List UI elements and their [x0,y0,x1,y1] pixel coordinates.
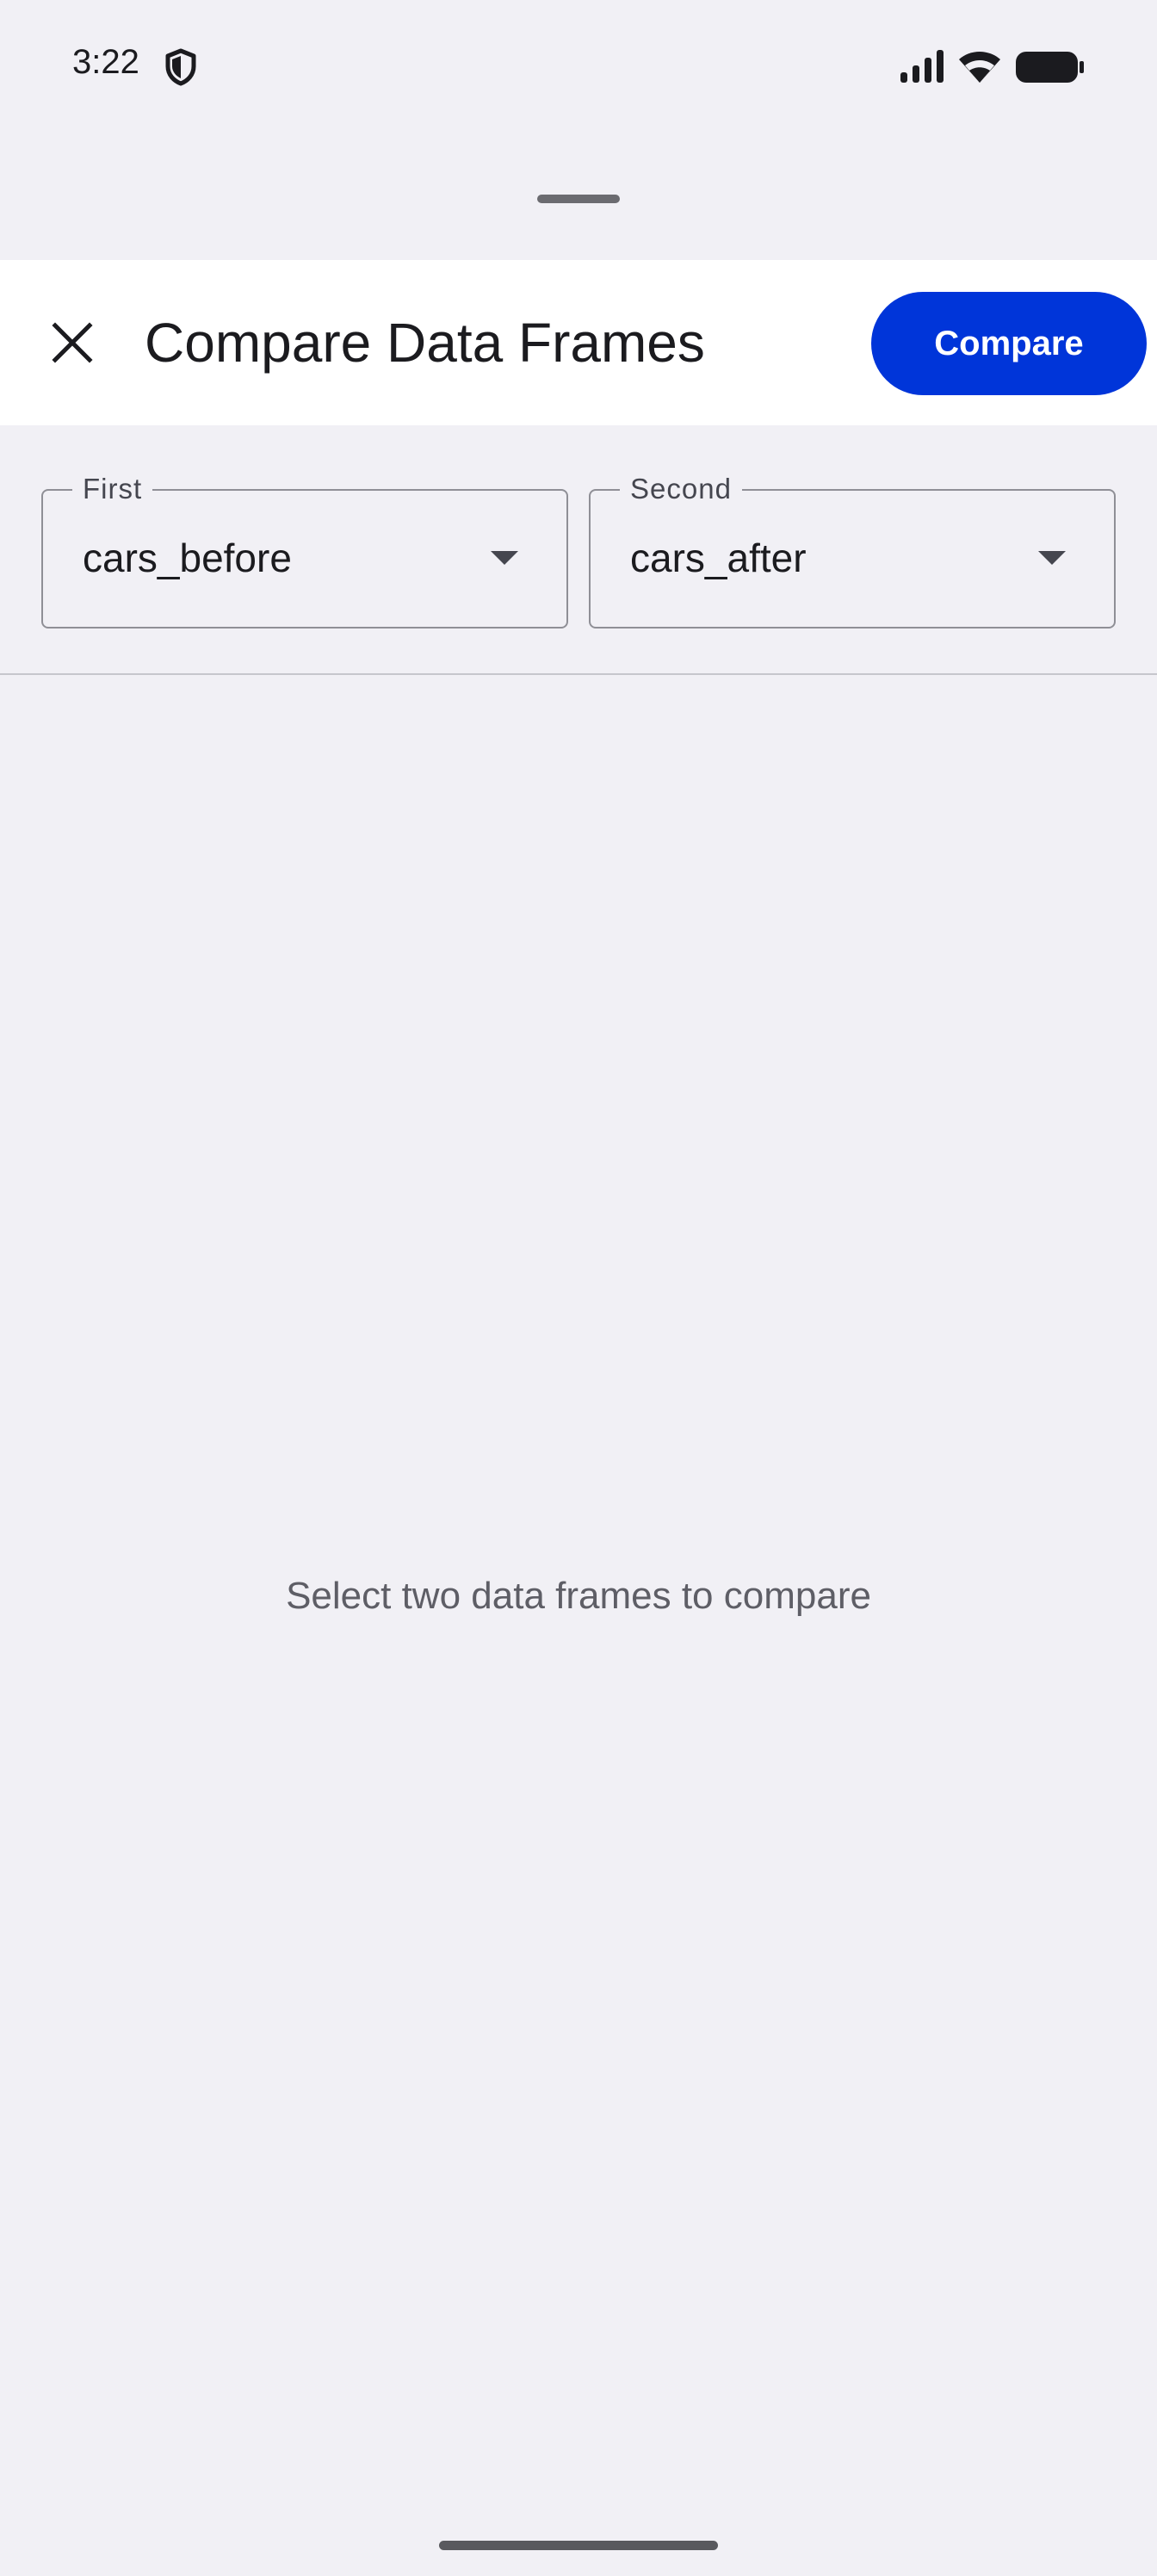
first-frame-value: cars_before [83,536,292,580]
top-app-bar: Compare Data Frames Compare [0,260,1157,425]
second-frame-value: cars_after [630,536,807,580]
divider [0,673,1157,675]
signal-icon [900,50,944,83]
home-indicator[interactable] [439,2541,718,2550]
close-icon [52,322,93,363]
shield-icon [165,48,196,86]
compare-button[interactable]: Compare [871,292,1147,395]
second-frame-dropdown[interactable]: Second cars_after [589,472,1116,629]
empty-state-message: Select two data frames to compare [286,1575,871,1617]
second-frame-label: Second [620,472,742,506]
close-button[interactable] [38,305,107,381]
first-frame-label: First [72,472,153,506]
wifi-icon [959,52,1000,83]
first-frame-dropdown[interactable]: First cars_before [41,472,568,629]
status-time: 3:22 [72,43,139,81]
battery-icon [1016,52,1084,83]
page-title: Compare Data Frames [145,312,705,374]
dropdown-arrow-icon [1038,551,1066,565]
bottom-sheet-screen: 3:22 Compare Data Frames Compare First c… [0,0,1157,2576]
status-bar: 3:22 [0,0,1157,129]
sheet-drag-handle[interactable] [537,195,620,203]
dropdown-arrow-icon [491,551,518,565]
